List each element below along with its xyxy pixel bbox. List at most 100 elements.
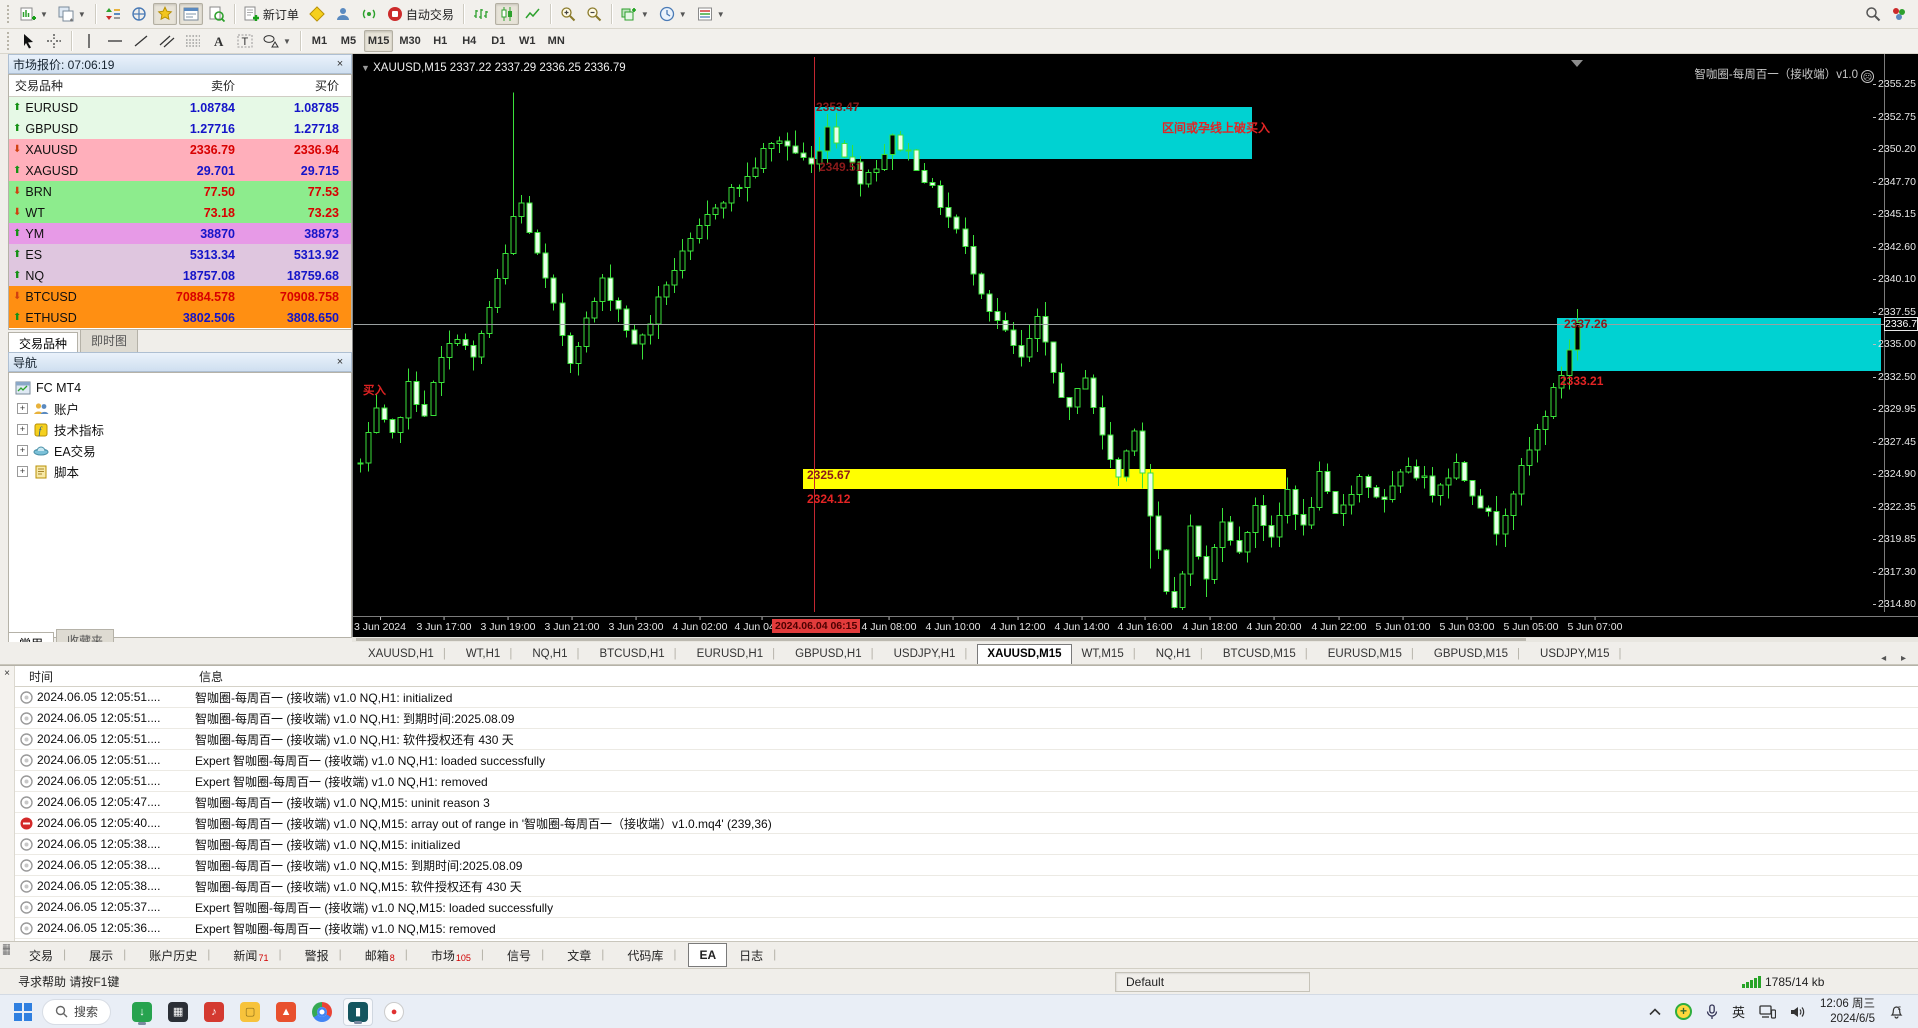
new-order-button[interactable]: 新订单 xyxy=(240,3,303,25)
market-watch-row[interactable]: ⬆ YM 38870 38873 xyxy=(9,223,351,244)
chart-tab-WT-H1[interactable]: WT,H1 | xyxy=(456,644,523,664)
device-icon[interactable] xyxy=(1759,1004,1777,1019)
log-row[interactable]: 2024.06.05 12:05:36.... Expert 智咖圈-每周百一 (… xyxy=(15,918,1918,939)
taskbar-app-thunder[interactable]: ↓ xyxy=(127,998,157,1026)
chart-shift-marker[interactable] xyxy=(1571,60,1583,67)
cursor-tool-button[interactable] xyxy=(16,30,40,52)
chart-tab-BTCUSD-M15[interactable]: BTCUSD,M15 | xyxy=(1213,644,1318,664)
navigator-root[interactable]: FC MT4 xyxy=(9,377,351,398)
tab-scroll-arrows[interactable]: ◂ ▸ xyxy=(1881,653,1912,664)
text-tool-button[interactable]: A xyxy=(207,30,231,52)
taskbar-app-chrome[interactable] xyxy=(307,998,337,1026)
navigator-item-脚本[interactable]: + 脚本 xyxy=(9,461,351,482)
chart-tab-USDJPY-M15[interactable]: USDJPY,M15 | xyxy=(1530,644,1631,664)
tray-expand-icon[interactable] xyxy=(1649,1007,1661,1016)
log-row[interactable]: 2024.06.05 12:05:37.... Expert 智咖圈-每周百一 (… xyxy=(15,897,1918,918)
timeframe-h1[interactable]: H1 xyxy=(427,30,454,52)
expand-icon[interactable]: + xyxy=(17,424,28,435)
timeframe-m5[interactable]: M5 xyxy=(335,30,362,52)
column-header-2[interactable]: 买价 xyxy=(241,77,345,94)
terminal-toggle-button[interactable] xyxy=(178,3,203,25)
log-row[interactable]: 2024.06.05 12:05:51.... 智咖圈-每周百一 (接收端) v1… xyxy=(15,708,1918,729)
bar-chart-mode-button[interactable] xyxy=(469,3,493,25)
new-chart-button[interactable]: ▼ xyxy=(16,3,52,25)
timeframe-h4[interactable]: H4 xyxy=(456,30,483,52)
market-watch-row[interactable]: ⬇ BRN 77.50 77.53 xyxy=(9,181,351,202)
zoom-in-button[interactable] xyxy=(556,3,580,25)
chart-tab-BTCUSD-H1[interactable]: BTCUSD,H1 | xyxy=(589,644,686,664)
chart-tab-XAUUSD-H1[interactable]: XAUUSD,H1 | xyxy=(358,644,456,664)
data-window-button[interactable] xyxy=(127,3,151,25)
terminal-tab-交易[interactable]: 交易 | xyxy=(18,942,77,969)
market-watch-toggle-button[interactable] xyxy=(101,3,125,25)
market-watch-row[interactable]: ⬇ WT 73.18 73.23 xyxy=(9,202,351,223)
notification-bell-icon[interactable]: z xyxy=(1889,1004,1904,1019)
templates-button[interactable]: ▼ xyxy=(693,3,729,25)
chart-tab-GBPUSD-M15[interactable]: GBPUSD,M15 | xyxy=(1424,644,1530,664)
indicators-button[interactable]: ▼ xyxy=(617,3,653,25)
expand-icon[interactable]: + xyxy=(17,466,28,477)
taskbar-app-pic-tool[interactable]: ▲ xyxy=(271,998,301,1026)
navigator-item-EA交易[interactable]: + EA交易 xyxy=(9,440,351,461)
market-watch-row[interactable]: ⬇ XAUUSD 2336.79 2336.94 xyxy=(9,139,351,160)
market-watch-row[interactable]: ⬆ ETHUSD 3802.506 3808.650 xyxy=(9,307,351,328)
microphone-icon[interactable] xyxy=(1706,1003,1718,1020)
timeframe-d1[interactable]: D1 xyxy=(485,30,512,52)
chart-profiles-button[interactable]: ▼ xyxy=(54,3,90,25)
terminal-tab-EA[interactable]: EA xyxy=(688,943,728,967)
market-watch-tab-即时图[interactable]: 即时图 xyxy=(80,329,139,352)
taskbar-app-devtool[interactable]: ▦ xyxy=(163,998,193,1026)
timeframe-m30[interactable]: M30 xyxy=(395,30,424,52)
terminal-tab-展示[interactable]: 展示 | xyxy=(78,942,137,969)
crosshair-tool-button[interactable] xyxy=(42,30,66,52)
taskbar-app-recorder[interactable]: ● xyxy=(379,998,409,1026)
log-row[interactable]: 2024.06.05 12:05:38.... 智咖圈-每周百一 (接收端) v1… xyxy=(15,855,1918,876)
shapes-tool-button[interactable]: ▼ xyxy=(259,30,295,52)
price-axis[interactable]: 2355.25 2352.75 2350.20 2347.70 2345.15 2342.… xyxy=(1873,54,1918,612)
taskbar-app-netease-music[interactable]: ♪ xyxy=(199,998,229,1026)
auto-trading-button[interactable]: 自动交易 xyxy=(383,3,458,25)
zoom-out-button[interactable] xyxy=(582,3,606,25)
timeframe-m15[interactable]: M15 xyxy=(363,30,394,52)
chart-tab-XAUUSD-M15[interactable]: XAUUSD,M15 xyxy=(977,644,1072,664)
close-icon[interactable]: × xyxy=(0,668,14,679)
close-icon[interactable]: × xyxy=(333,356,347,368)
youdao-tray-icon[interactable]: + xyxy=(1675,1003,1692,1020)
strategy-tester-button[interactable] xyxy=(205,3,229,25)
terminal-tab-市场[interactable]: 市场 105 | xyxy=(420,942,495,969)
chart-tab-EURUSD-M15[interactable]: EURUSD,M15 | xyxy=(1318,644,1424,664)
market-watch-row[interactable]: ⬆ GBPUSD 1.27716 1.27718 xyxy=(9,118,351,139)
expand-icon[interactable]: + xyxy=(17,445,28,456)
navigator-toggle-button[interactable] xyxy=(152,3,177,25)
terminal-tab-账户历史[interactable]: 账户历史 | xyxy=(138,942,221,969)
terminal-tab-警报[interactable]: 警报 | xyxy=(294,942,353,969)
log-row[interactable]: 2024.06.05 12:05:51.... Expert 智咖圈-每周百一 (… xyxy=(15,750,1918,771)
time-axis[interactable]: 3 Jun 2024 3 Jun 17:00 3 Jun 19:00 3 Jun 21… xyxy=(353,616,1918,637)
horizontal-line-tool-button[interactable] xyxy=(103,30,127,52)
column-header-0[interactable]: 交易品种 xyxy=(9,77,149,94)
input-language[interactable]: 英 xyxy=(1732,1002,1745,1021)
navigator-item-技术指标[interactable]: + f 技术指标 xyxy=(9,419,351,440)
timeframe-m1[interactable]: M1 xyxy=(306,30,333,52)
palette-button[interactable] xyxy=(1887,3,1911,25)
market-watch-row[interactable]: ⬆ XAGUSD 29.701 29.715 xyxy=(9,160,351,181)
terminal-tab-文章[interactable]: 文章 | xyxy=(556,942,615,969)
status-profile[interactable]: Default xyxy=(1115,971,1310,992)
start-button[interactable] xyxy=(14,1002,32,1021)
vertical-line-tool-button[interactable] xyxy=(77,30,101,52)
market-watch-row[interactable]: ⬇ BTCUSD 70884.578 70908.758 xyxy=(9,286,351,307)
periods-button[interactable]: ▼ xyxy=(655,3,691,25)
taskbar-app-file-explorer[interactable]: ▢ xyxy=(235,998,265,1026)
terminal-tab-日志[interactable]: 日志 | xyxy=(728,942,787,969)
speaker-icon[interactable] xyxy=(1790,1005,1806,1019)
navigator-item-账户[interactable]: + 账户 xyxy=(9,398,351,419)
expand-icon[interactable]: + xyxy=(17,403,28,414)
log-row[interactable]: 2024.06.05 12:05:38.... 智咖圈-每周百一 (接收端) v1… xyxy=(15,834,1918,855)
chart-tab-EURUSD-H1[interactable]: EURUSD,H1 | xyxy=(687,644,785,664)
find-symbol-button[interactable] xyxy=(1861,3,1885,25)
market-watch-row[interactable]: ⬆ ES 5313.34 5313.92 xyxy=(9,244,351,265)
terminal-tab-代码库[interactable]: 代码库 | xyxy=(616,942,687,969)
log-row[interactable]: 2024.06.05 12:05:51.... 智咖圈-每周百一 (接收端) v1… xyxy=(15,687,1918,708)
terminal-tab-新闻[interactable]: 新闻 71 | xyxy=(222,942,292,969)
timeframe-mn[interactable]: MN xyxy=(543,30,570,52)
